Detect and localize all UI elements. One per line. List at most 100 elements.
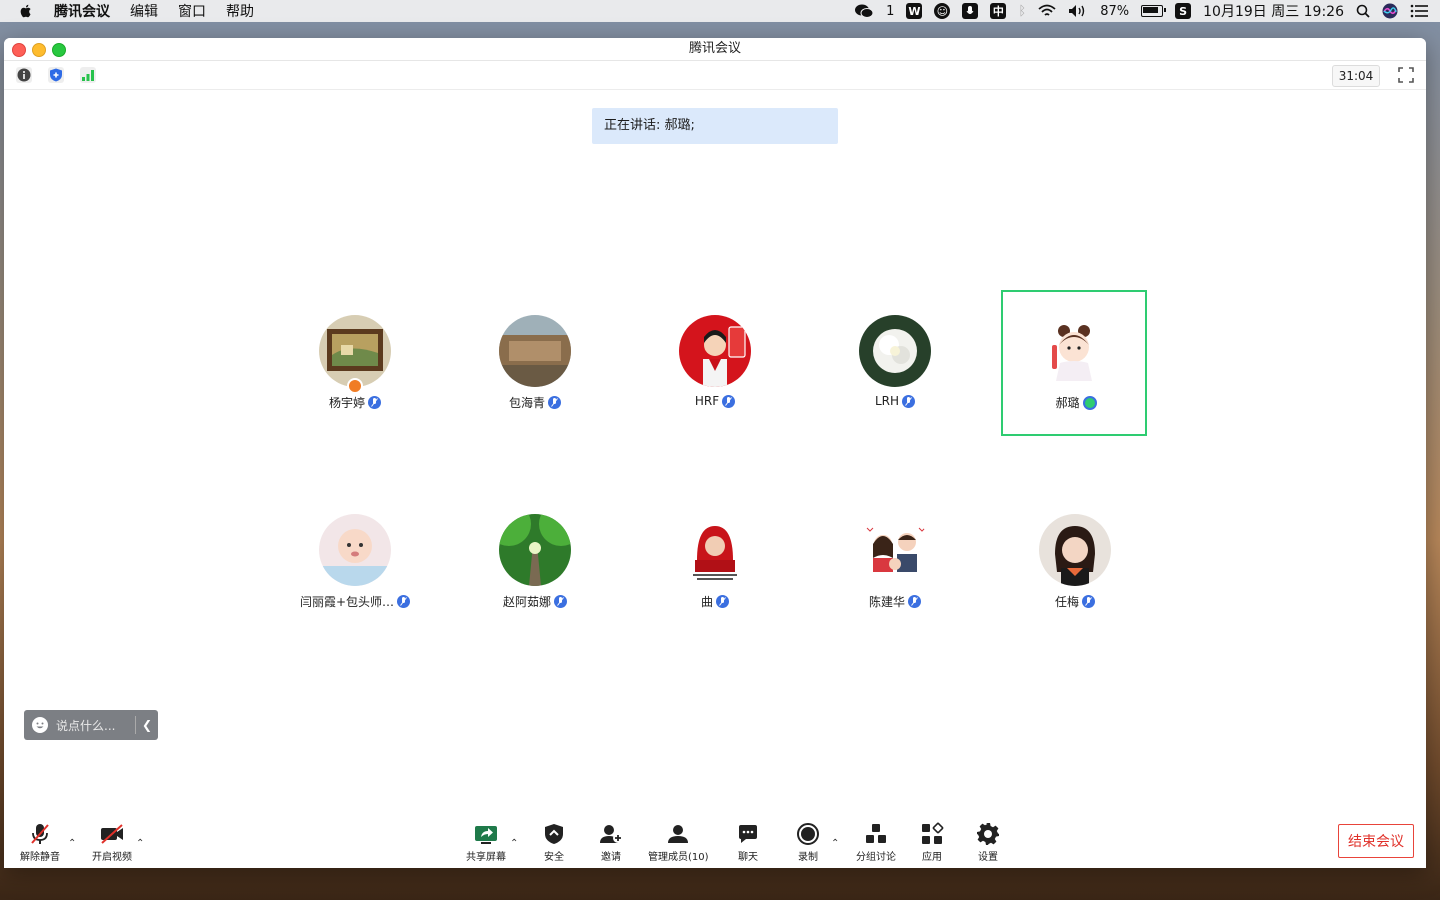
wps-icon[interactable]: W (906, 3, 923, 19)
manage-members-button[interactable]: 管理成员(10) (648, 822, 709, 863)
participant-tile[interactable]: LRH (822, 290, 968, 436)
menu-help[interactable]: 帮助 (226, 1, 254, 21)
notification-center-icon[interactable] (1410, 4, 1428, 18)
battery-percent: 87% (1100, 3, 1130, 19)
siri-icon[interactable] (1382, 3, 1398, 19)
avatar (859, 514, 931, 586)
participant-name: 任梅 (1054, 595, 1079, 609)
wechat-count: 1 (886, 3, 895, 19)
end-meeting-button[interactable]: 结束会议 (1338, 824, 1414, 858)
meeting-timer: 31:04 (1332, 65, 1380, 87)
participant-name-row: 杨宇婷 (282, 394, 428, 411)
security-shield-icon[interactable] (48, 67, 64, 83)
mic-muted-icon (902, 394, 916, 408)
chat-quick-input[interactable]: 说点什么... ❮ (24, 710, 158, 740)
avatar (499, 514, 571, 586)
participant-tile[interactable]: 包海青 (462, 290, 608, 436)
avatar (1039, 514, 1111, 586)
menu-window[interactable]: 窗口 (178, 1, 206, 21)
collapse-chevron-icon[interactable]: ❮ (136, 718, 158, 732)
participant-tile[interactable]: 闫丽霞+包头师… (282, 489, 428, 635)
window-close-button[interactable] (12, 43, 26, 57)
avatar (1038, 315, 1110, 387)
mic-muted-icon (397, 595, 411, 608)
menu-app-name[interactable]: 腾讯会议 (54, 1, 110, 21)
avatar (679, 315, 751, 387)
mic-status-icon[interactable] (962, 3, 979, 19)
mic-speaking-icon (1082, 395, 1097, 410)
chat-button[interactable]: 聊天 (736, 822, 760, 863)
avatar (319, 514, 391, 586)
share-screen-button[interactable]: 共享屏幕 (466, 822, 506, 863)
unmute-button[interactable]: 解除静音 (20, 822, 60, 863)
meeting-info-icon[interactable] (16, 67, 32, 83)
audio-options-chevron-icon[interactable]: ⌃ (68, 838, 76, 849)
menu-edit[interactable]: 编辑 (130, 1, 158, 21)
battery-icon[interactable] (1141, 5, 1167, 17)
participant-tile[interactable]: 任梅 (1002, 489, 1148, 635)
breakout-label: 分组讨论 (856, 852, 896, 863)
participant-name-row: 赵阿茹娜 (462, 593, 608, 610)
record-button[interactable]: 录制 (796, 822, 820, 863)
start-video-button[interactable]: 开启视频 (92, 822, 132, 863)
invite-label: 邀请 (601, 852, 621, 863)
avatar (859, 315, 931, 387)
window-zoom-button[interactable] (52, 43, 66, 57)
emoji-icon[interactable] (32, 717, 48, 733)
add-user-icon (600, 825, 623, 843)
meeting-toolbar: 解除静音 ⌃ 开启视频 ⌃ 共享屏幕 ⌃ 安全 邀请 管理成员(10) 聊天 录… (4, 808, 1426, 868)
input-method-icon[interactable]: 中 (990, 3, 1007, 19)
security-label: 安全 (544, 852, 564, 863)
participant-tile[interactable]: HRF (642, 290, 788, 436)
participant-name: HRF (694, 394, 720, 408)
participant-name: 闫丽霞+包头师… (299, 595, 395, 609)
record-icon (797, 823, 819, 845)
participant-name-row: 陈建华 (822, 593, 968, 610)
settings-button[interactable]: 设置 (976, 822, 1000, 863)
mic-muted-icon (908, 595, 921, 608)
window-title: 腾讯会议 (688, 41, 741, 56)
window-minimize-button[interactable] (32, 43, 46, 57)
video-options-chevron-icon[interactable]: ⌃ (136, 838, 144, 849)
mic-muted-icon (368, 396, 381, 409)
participant-tile[interactable]: 杨宇婷 (282, 290, 428, 436)
participant-name-row: 任梅 (1002, 593, 1148, 610)
participant-tile[interactable]: 陈建华 (822, 489, 968, 635)
smiley-status-icon[interactable]: ☺ (934, 3, 951, 19)
apple-icon[interactable] (18, 3, 34, 19)
meeting-window: 腾讯会议 31:04 正在讲话: 郝璐; 杨宇婷 包海青 HRF LRH 郝璐 … (4, 38, 1426, 868)
participant-tile[interactable]: 赵阿茹娜 (462, 489, 608, 635)
participant-tile[interactable]: 曲 (642, 489, 788, 635)
fullscreen-icon[interactable] (1398, 67, 1414, 83)
avatar (679, 514, 751, 586)
apps-icon (922, 822, 944, 844)
members-icon (668, 825, 689, 843)
start-video-label: 开启视频 (92, 852, 132, 863)
participant-tile-speaking[interactable]: 郝璐 (1001, 290, 1147, 436)
macos-menubar: 腾讯会议 编辑 窗口 帮助 1 W ☺ 中 ᛒ 87% S 10月19日 周三 … (0, 0, 1440, 22)
chat-input-placeholder[interactable]: 说点什么... (56, 717, 115, 734)
participant-name: 曲 (700, 595, 713, 609)
sogou-icon[interactable]: S (1175, 3, 1192, 19)
menubar-datetime[interactable]: 10月19日 周三 19:26 (1203, 1, 1344, 21)
share-screen-icon (475, 826, 497, 844)
participant-name-row: HRF (642, 394, 788, 408)
participant-name-row: 曲 (642, 593, 788, 610)
wechat-icon[interactable] (854, 3, 874, 19)
settings-label: 设置 (978, 852, 998, 863)
bluetooth-icon[interactable]: ᛒ (1018, 4, 1026, 19)
apps-button[interactable]: 应用 (920, 822, 944, 863)
spotlight-search-icon[interactable] (1356, 4, 1370, 18)
invite-button[interactable]: 邀请 (598, 822, 624, 863)
mic-muted-icon (722, 394, 736, 408)
security-button[interactable]: 安全 (542, 822, 566, 863)
wifi-icon[interactable] (1038, 4, 1056, 18)
chat-bubble-icon (739, 825, 757, 843)
share-options-chevron-icon[interactable]: ⌃ (510, 838, 518, 849)
breakout-button[interactable]: 分组讨论 (856, 822, 896, 863)
record-options-chevron-icon[interactable]: ⌃ (831, 838, 839, 849)
participant-name-row: 闫丽霞+包头师… (282, 593, 428, 610)
network-signal-icon[interactable] (80, 67, 96, 83)
volume-icon[interactable] (1068, 4, 1088, 18)
mic-muted-icon (554, 595, 567, 608)
